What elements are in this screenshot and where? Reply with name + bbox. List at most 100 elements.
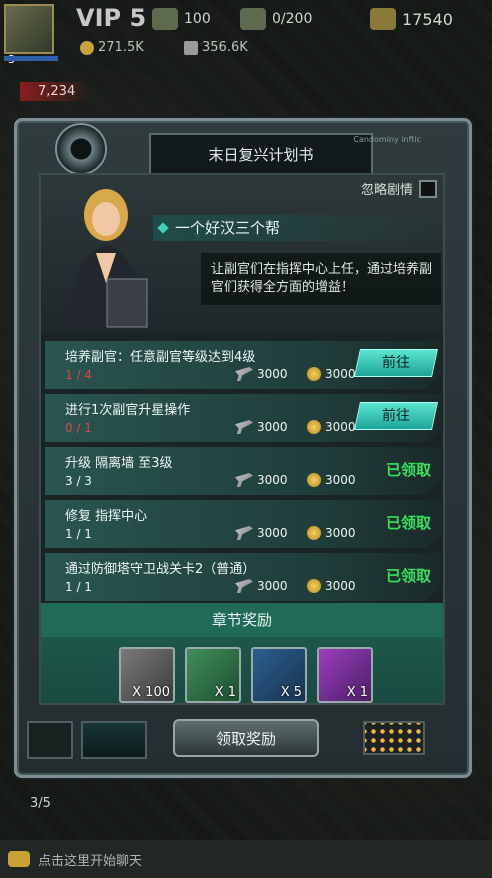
- reward-weapon-value: 3000: [257, 526, 288, 540]
- exp-bar: [4, 56, 58, 61]
- tablet-item-icon[interactable]: X 100: [119, 647, 175, 703]
- vent-deco: [27, 721, 73, 759]
- reward-weapon-value: 3000: [257, 367, 288, 381]
- coin-icon: [80, 40, 94, 55]
- reward-weapon: 3000: [235, 367, 288, 381]
- resource-weapon-value: 356.6K: [202, 40, 248, 55]
- task-name: 升级 隔离墙 至3级: [65, 456, 173, 471]
- gold-weapon-icon[interactable]: X 1: [317, 647, 373, 703]
- lights-deco: [363, 721, 425, 755]
- officer-blonde-icon[interactable]: X 5: [251, 647, 307, 703]
- power-value: 7,234: [20, 82, 92, 101]
- diamond-icon: [157, 222, 169, 234]
- reward-coin: 3000: [307, 526, 356, 540]
- story-title-text: 一个好汉三个帮: [175, 219, 281, 237]
- coin-icon: [307, 367, 321, 381]
- chat-bar[interactable]: 点击这里开始聊天: [0, 840, 492, 878]
- reward-weapon: 3000: [235, 579, 288, 593]
- reward-weapon: 3000: [235, 420, 288, 434]
- reward-coin: 3000: [307, 420, 356, 434]
- plan-panel: 末日复兴计划书 Candominy inftic 忽略剧情 一个好汉三个帮 让副…: [14, 118, 472, 778]
- task-progress: 1 / 4: [65, 368, 92, 382]
- task-row: 修复 指挥中心 1 / 1 3000 3000 已领取: [45, 500, 441, 548]
- coin-icon: [307, 420, 321, 434]
- claimed-status: 已领取: [385, 461, 431, 479]
- reward-weapon-value: 3000: [257, 579, 288, 593]
- go-button[interactable]: 前往: [354, 402, 438, 430]
- stat-troops-value: 100: [184, 11, 211, 27]
- stat-gold[interactable]: 17540: [370, 8, 453, 30]
- officer-red-icon[interactable]: X 1: [185, 647, 241, 703]
- pistol-icon: [235, 526, 253, 540]
- reward-coin: 3000: [307, 473, 356, 487]
- resource-coin-value: 271.5K: [98, 40, 144, 55]
- item-count: X 100: [132, 685, 170, 700]
- chat-icon: [8, 851, 30, 867]
- claimed-status: 已领取: [385, 514, 431, 532]
- badge-icon: [240, 8, 266, 30]
- item-count: X 1: [346, 685, 368, 700]
- item-count: X 5: [280, 685, 302, 700]
- stat-troops[interactable]: 100: [152, 8, 211, 30]
- tank-icon: [152, 8, 178, 30]
- task-progress: 1 / 1: [65, 527, 92, 541]
- task-row: 培养副官：任意副官等级达到4级 1 / 4 3000 3000 前往: [45, 341, 441, 389]
- queue-counter: 3/5: [30, 796, 51, 811]
- stat-capacity[interactable]: 0/200: [240, 8, 312, 30]
- reward-coin: 3000: [307, 579, 356, 593]
- skip-story-checkbox[interactable]: [419, 179, 437, 198]
- skip-story-toggle[interactable]: 忽略剧情: [361, 179, 437, 198]
- reward-coin: 3000: [307, 367, 356, 381]
- claim-reward-button[interactable]: 领取奖励: [173, 719, 319, 757]
- chapter-title: 章节奖励: [41, 603, 443, 637]
- coin-icon: [307, 526, 321, 540]
- reward-coin-value: 3000: [325, 420, 356, 434]
- coin-icon: [307, 579, 321, 593]
- item-count: X 1: [214, 685, 236, 700]
- player-avatar[interactable]: 3: [4, 4, 54, 66]
- reward-coin-value: 3000: [325, 526, 356, 540]
- coin-icon: [307, 473, 321, 487]
- reward-coin-value: 3000: [325, 579, 356, 593]
- reward-weapon-value: 3000: [257, 420, 288, 434]
- resource-weapon: 356.6K: [184, 40, 248, 55]
- task-name: 进行1次副官升星操作: [65, 403, 191, 418]
- panel-title: 末日复兴计划书: [149, 133, 373, 173]
- task-row: 通过防御塔守卫战关卡2（普通） 1 / 1 3000 3000 已领取: [45, 553, 441, 601]
- go-button[interactable]: 前往: [354, 349, 438, 377]
- deco-text: Candominy inftic: [353, 135, 421, 144]
- reward-weapon: 3000: [235, 473, 288, 487]
- reward-weapon: 3000: [235, 526, 288, 540]
- top-bar: 3 VIP 5 100 0/200 17540 271.5K 356.6K: [0, 0, 492, 66]
- go-button-label: 前往: [382, 408, 410, 424]
- screen-deco: [81, 721, 147, 759]
- pistol-icon: [235, 420, 253, 434]
- panel-content: 忽略剧情 一个好汉三个帮 让副官们在指挥中心上任，通过培养副官们获得全方面的增益…: [39, 173, 445, 705]
- resource-coin: 271.5K: [80, 40, 144, 55]
- pistol-icon: [235, 579, 253, 593]
- gear-icon: [55, 123, 107, 175]
- story-section: 忽略剧情 一个好汉三个帮 让副官们在指挥中心上任，通过培养副官们获得全方面的增益…: [41, 175, 445, 333]
- reward-weapon-value: 3000: [257, 473, 288, 487]
- task-progress: 1 / 1: [65, 580, 92, 594]
- task-name: 修复 指挥中心: [65, 509, 148, 524]
- weapon-icon: [184, 40, 198, 55]
- stat-capacity-value: 0/200: [272, 11, 313, 27]
- story-title: 一个好汉三个帮: [153, 215, 445, 241]
- task-row: 进行1次副官升星操作 0 / 1 3000 3000 前往: [45, 394, 441, 442]
- officer-portrait: [69, 189, 148, 329]
- reward-coin-value: 3000: [325, 367, 356, 381]
- chat-placeholder: 点击这里开始聊天: [38, 853, 143, 869]
- gold-icon: [370, 8, 396, 30]
- pistol-icon: [235, 367, 253, 381]
- skip-story-label: 忽略剧情: [360, 183, 413, 198]
- task-name: 通过防御塔守卫战关卡2（普通）: [65, 562, 256, 577]
- left-deco-slots: [27, 721, 147, 759]
- task-progress: 0 / 1: [65, 421, 92, 435]
- vip-label[interactable]: VIP 5: [76, 4, 146, 32]
- stat-gold-value: 17540: [402, 9, 453, 29]
- reward-coin-value: 3000: [325, 473, 356, 487]
- story-description: 让副官们在指挥中心上任，通过培养副官们获得全方面的增益！: [201, 253, 441, 305]
- chapter-rewards: 章节奖励 X 100 X 1 X 5 X 1: [41, 603, 443, 703]
- task-name: 培养副官：任意副官等级达到4级: [65, 350, 256, 365]
